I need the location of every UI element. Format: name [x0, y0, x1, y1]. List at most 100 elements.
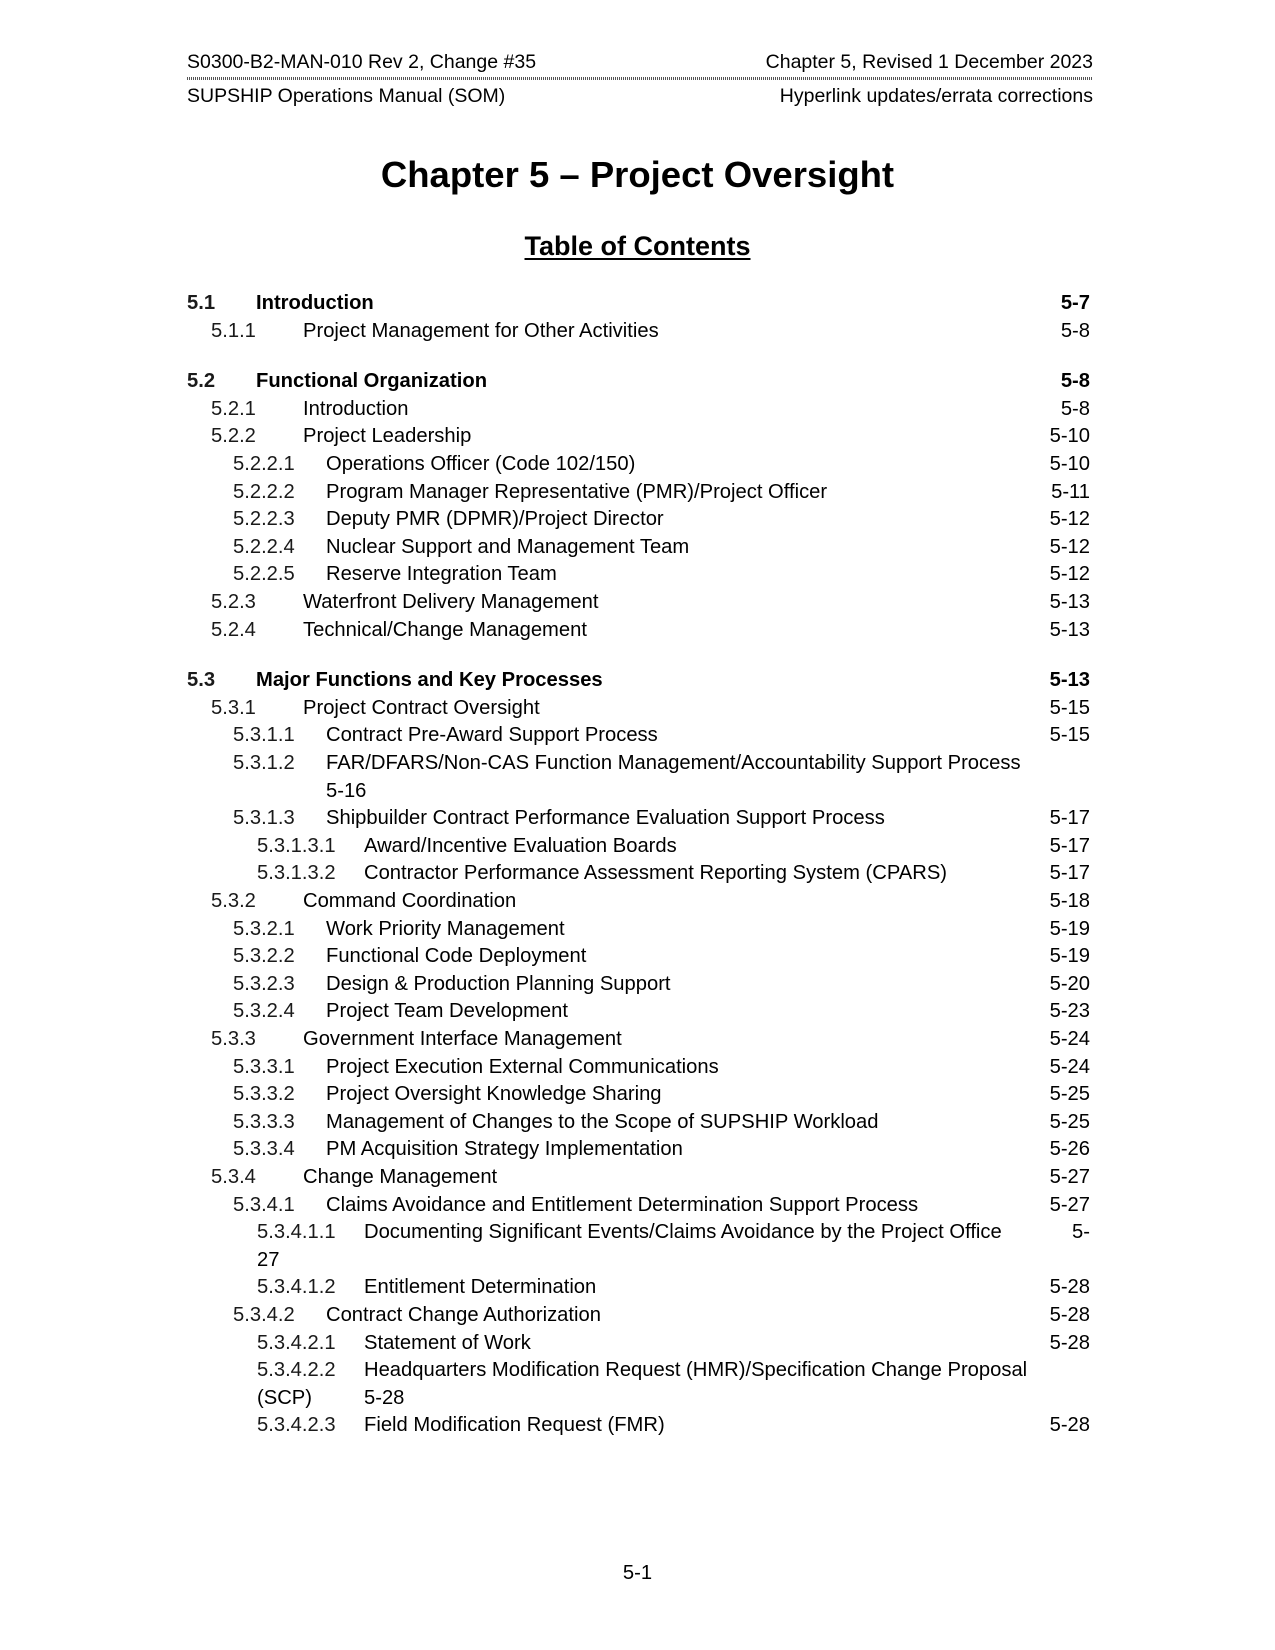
toc-entry-title[interactable]: Government Interface Management — [303, 1025, 622, 1053]
toc-entry-page[interactable]: 5-27 — [1050, 1163, 1090, 1191]
toc-entry-title[interactable]: Project Management for Other Activities — [303, 317, 659, 345]
toc-entry-page[interactable]: 5-24 — [1050, 1025, 1090, 1053]
toc-entry[interactable]: 5.2.2 Project Leadership 5-10 — [0, 422, 1275, 450]
toc-entry[interactable]: 5.2.2.3 Deputy PMR (DPMR)/Project Directo… — [0, 505, 1275, 533]
toc-entry-page[interactable]: 5-13 — [1050, 588, 1090, 616]
toc-entry-page[interactable]: 5-19 — [1050, 942, 1090, 970]
toc-entry-title[interactable]: Contract Change Authorization — [326, 1301, 601, 1329]
toc-entry-page[interactable]: 5-28 — [1050, 1301, 1090, 1329]
toc-entry[interactable]: 5.1.1 Project Management for Other Activi… — [0, 317, 1275, 345]
toc-entry-page[interactable]: 5-24 — [1050, 1053, 1090, 1081]
toc-entry-title[interactable]: Management of Changes to the Scope of SU… — [326, 1108, 879, 1136]
toc-entry-title[interactable]: Headquarters Modification Request (HMR)/… — [364, 1356, 1027, 1384]
toc-entry-title[interactable]: Deputy PMR (DPMR)/Project Director — [326, 505, 664, 533]
toc-entry[interactable]: 5.3.1.1 Contract Pre-Award Support Proces… — [0, 721, 1275, 749]
toc-entry-page[interactable]: 5-8 — [1061, 367, 1090, 395]
toc-entry-title[interactable]: Major Functions and Key Processes — [256, 666, 603, 694]
toc-entry-title[interactable]: Field Modification Request (FMR) — [364, 1411, 665, 1439]
toc-entry-page[interactable]: 5-20 — [1050, 970, 1090, 998]
toc-entry-title[interactable]: Shipbuilder Contract Performance Evaluat… — [326, 804, 885, 832]
toc-entry-title[interactable]: Waterfront Delivery Management — [303, 588, 598, 616]
toc-entry[interactable]: 5.3.1.3 Shipbuilder Contract Performance … — [0, 804, 1275, 832]
toc-entry-page[interactable]: 5-10 — [1050, 450, 1090, 478]
toc-entry-title[interactable]: Project Team Development — [326, 997, 568, 1025]
toc-entry-title[interactable]: Design & Production Planning Support — [326, 970, 671, 998]
toc-entry-page[interactable]: 5-28 — [1050, 1273, 1090, 1301]
toc-entry-page[interactable]: 5-8 — [1061, 395, 1090, 423]
toc-entry-page[interactable]: 5-17 — [1050, 804, 1090, 832]
toc-entry[interactable]: 5.3.2.1 Work Priority Management 5-19 — [0, 915, 1275, 943]
toc-entry[interactable]: 5.2.4 Technical/Change Management 5-13 — [0, 616, 1275, 644]
toc-entry-title[interactable]: Claims Avoidance and Entitlement Determi… — [326, 1191, 918, 1219]
toc-entry-page[interactable]: 5-28 — [1050, 1411, 1090, 1439]
toc-entry[interactable]: 5.1 Introduction 5-7 — [0, 289, 1275, 317]
toc-entry[interactable]: 5.3 Major Functions and Key Processes 5-13 — [0, 666, 1275, 694]
toc-entry-page[interactable]: 5-27 — [1050, 1191, 1090, 1219]
toc-entry-page[interactable]: 5-12 — [1050, 560, 1090, 588]
toc-entry[interactable]: 5.2.2.5 Reserve Integration Team 5-12 — [0, 560, 1275, 588]
toc-entry[interactable]: 5.3.4.2 Contract Change Authorization 5-28 — [0, 1301, 1275, 1329]
toc-entry-title[interactable]: Change Management — [303, 1163, 497, 1191]
toc-entry-page[interactable]: 5-25 — [1050, 1108, 1090, 1136]
toc-entry[interactable]: 5.3.3.3 Management of Changes to the Scop… — [0, 1108, 1275, 1136]
toc-entry-page[interactable]: 5-11 — [1051, 478, 1090, 506]
toc-entry[interactable]: 5.3.4 Change Management 5-27 — [0, 1163, 1275, 1191]
toc-entry-title[interactable]: Project Leadership — [303, 422, 471, 450]
toc-entry[interactable]: 5.3.2.2 Functional Code Deployment 5-19 — [0, 942, 1275, 970]
toc-entry-page[interactable]: 5-8 — [1061, 317, 1090, 345]
toc-entry[interactable]: 5.3.2.4 Project Team Development 5-23 — [0, 997, 1275, 1025]
toc-entry-page[interactable]: 5-26 — [1050, 1135, 1090, 1163]
toc-entry-title[interactable]: Project Execution External Communication… — [326, 1053, 719, 1081]
toc-entry-title[interactable]: Work Priority Management — [326, 915, 565, 943]
toc-entry-title[interactable]: Command Coordination — [303, 887, 516, 915]
toc-entry[interactable]: 5.3.3 Government Interface Management 5-24 — [0, 1025, 1275, 1053]
toc-entry-title[interactable]: Contract Pre-Award Support Process — [326, 721, 658, 749]
toc-entry-page[interactable]: 5-10 — [1050, 422, 1090, 450]
toc-entry[interactable]: 5.3.3.4 PM Acquisition Strategy Implement… — [0, 1135, 1275, 1163]
toc-entry-title[interactable]: Entitlement Determination — [364, 1273, 596, 1301]
toc-entry-page[interactable]: 5-13 — [1050, 616, 1090, 644]
toc-entry-page[interactable]: 5-7 — [1061, 289, 1090, 317]
toc-entry[interactable]: 5.3.4.2.2 Headquarters Modification Reque… — [0, 1356, 1275, 1409]
toc-entry[interactable]: 5.2.2.2 Program Manager Representative (P… — [0, 478, 1275, 506]
toc-entry-page[interactable]: 5-17 — [1050, 859, 1090, 887]
toc-entry-page[interactable]: 5-25 — [1050, 1080, 1090, 1108]
toc-entry-title[interactable]: Project Oversight Knowledge Sharing — [326, 1080, 662, 1108]
toc-entry-title[interactable]: Project Contract Oversight — [303, 694, 540, 722]
toc-entry-title[interactable]: Technical/Change Management — [303, 616, 587, 644]
toc-entry-page[interactable]: 5- — [1072, 1218, 1090, 1246]
toc-entry-page[interactable]: 5-28 — [1050, 1329, 1090, 1357]
toc-entry[interactable]: 5.3.1.3.2 Contractor Performance Assessme… — [0, 859, 1275, 887]
toc-entry[interactable]: 5.3.4.1 Claims Avoidance and Entitlement … — [0, 1191, 1275, 1219]
toc-entry-page[interactable]: 5-12 — [1050, 505, 1090, 533]
toc-entry-title[interactable]: Nuclear Support and Management Team — [326, 533, 689, 561]
toc-entry-page[interactable]: 5-28 — [364, 1384, 404, 1412]
toc-entry-title[interactable]: Contractor Performance Assessment Report… — [364, 859, 947, 887]
toc-entry[interactable]: 5.3.4.2.3 Field Modification Request (FMR… — [0, 1411, 1275, 1439]
toc-entry-title[interactable]: Operations Officer (Code 102/150) — [326, 450, 635, 478]
toc-entry-page[interactable]: 5-12 — [1050, 533, 1090, 561]
toc-entry[interactable]: 5.3.1 Project Contract Oversight 5-15 — [0, 694, 1275, 722]
toc-entry[interactable]: 5.3.4.1.1 Documenting Significant Events/… — [0, 1218, 1275, 1271]
toc-entry[interactable]: 5.2 Functional Organization 5-8 — [0, 367, 1275, 395]
toc-entry[interactable]: 5.3.4.1.2 Entitlement Determination 5-28 — [0, 1273, 1275, 1301]
toc-entry[interactable]: 5.3.1.2 FAR/DFARS/Non-CAS Function Manage… — [0, 749, 1275, 802]
toc-entry-title[interactable]: Award/Incentive Evaluation Boards — [364, 832, 677, 860]
toc-entry[interactable]: 5.3.3.2 Project Oversight Knowledge Shari… — [0, 1080, 1275, 1108]
toc-entry[interactable]: 5.2.3 Waterfront Delivery Management 5-13 — [0, 588, 1275, 616]
toc-entry-page[interactable]: 5-17 — [1050, 832, 1090, 860]
toc-entry-page[interactable]: 5-15 — [1050, 694, 1090, 722]
toc-entry-title[interactable]: PM Acquisition Strategy Implementation — [326, 1135, 683, 1163]
toc-entry-title[interactable]: Documenting Significant Events/Claims Av… — [364, 1218, 1002, 1246]
toc-entry-title[interactable]: FAR/DFARS/Non-CAS Function Management/Ac… — [326, 749, 1021, 777]
toc-entry[interactable]: 5.2.1 Introduction 5-8 — [0, 395, 1275, 423]
toc-entry-page[interactable]: 5-18 — [1050, 887, 1090, 915]
toc-entry-page[interactable]: 5-15 — [1050, 721, 1090, 749]
toc-entry-title[interactable]: Introduction — [256, 289, 374, 317]
toc-entry-title[interactable]: Functional Code Deployment — [326, 942, 586, 970]
toc-entry-page[interactable]: 5-13 — [1050, 666, 1090, 694]
toc-entry[interactable]: 5.2.2.1 Operations Officer (Code 102/150)… — [0, 450, 1275, 478]
toc-entry[interactable]: 5.3.3.1 Project Execution External Commun… — [0, 1053, 1275, 1081]
toc-entry-title[interactable]: Functional Organization — [256, 367, 487, 395]
toc-entry[interactable]: 5.3.2 Command Coordination 5-18 — [0, 887, 1275, 915]
